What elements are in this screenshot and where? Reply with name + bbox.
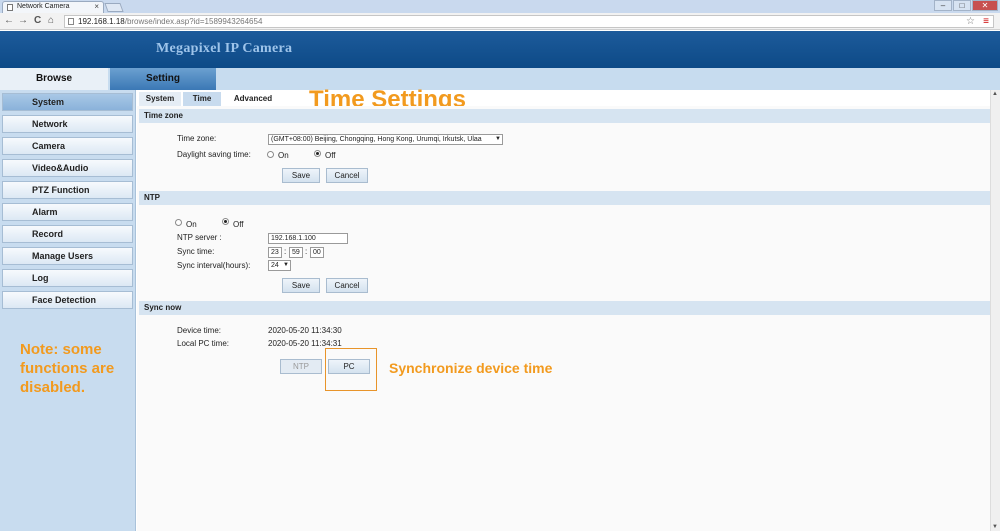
device-time-label: Device time: — [177, 326, 222, 335]
settings-sidebar: System Network Camera Video&Audio PTZ Fu… — [0, 90, 136, 531]
ntp-server-label: NTP server : — [177, 233, 222, 242]
new-tab-button[interactable] — [104, 3, 124, 12]
page-icon — [68, 18, 74, 25]
sync-time-label: Sync time: — [177, 247, 215, 256]
sync-ntp-button[interactable]: NTP — [280, 359, 322, 374]
url-host: 192.168.1.18 — [78, 17, 125, 26]
sync-hour-input[interactable]: 23 — [268, 247, 282, 258]
ntp-section-header: NTP — [139, 191, 990, 205]
ntp-cancel-button[interactable]: Cancel — [326, 278, 368, 293]
dst-on-radio[interactable] — [267, 151, 274, 158]
back-arrow-icon[interactable]: ← — [4, 15, 14, 27]
dst-on-label: On — [278, 151, 289, 160]
time-separator: : — [284, 247, 287, 256]
device-time-value: 2020-05-20 11:34:30 — [268, 326, 342, 335]
chevron-down-icon: ▼ — [495, 136, 501, 142]
sync-interval-value: 24 — [271, 262, 279, 269]
sync-interval-label: Sync interval(hours): — [177, 261, 251, 270]
sidebar-item-video-audio[interactable]: Video&Audio — [2, 159, 133, 177]
sync-now-section-header: Sync now — [139, 301, 990, 315]
ntp-on-label: On — [186, 220, 197, 229]
timezone-label: Time zone: — [177, 134, 217, 143]
maximize-button[interactable]: □ — [953, 0, 971, 11]
page-icon — [7, 4, 13, 11]
browser-titlebar: Network Camera × – □ ✕ — [0, 0, 1000, 13]
address-bar[interactable]: 192.168.1.18/browse/index.asp?id=1589943… — [64, 15, 994, 28]
forward-arrow-icon[interactable]: → — [18, 15, 28, 27]
sidebar-item-ptz-function[interactable]: PTZ Function — [2, 181, 133, 199]
sidebar-item-network[interactable]: Network — [2, 115, 133, 133]
timezone-save-button[interactable]: Save — [282, 168, 320, 183]
subtab-advanced[interactable]: Advanced — [223, 92, 283, 106]
browser-tab[interactable]: Network Camera × — [2, 1, 104, 13]
window-controls: – □ ✕ — [933, 0, 998, 11]
vertical-scrollbar[interactable]: ▲ ▼ — [990, 90, 1000, 531]
scroll-up-icon[interactable]: ▲ — [992, 91, 998, 97]
timezone-value: (GMT+08:00) Beijing, Chongqing, Hong Kon… — [271, 136, 482, 143]
pc-time-value: 2020-05-20 11:34:31 — [268, 339, 342, 348]
sidebar-item-log[interactable]: Log — [2, 269, 133, 287]
main-tabs: Browse Setting — [0, 68, 1000, 90]
browser-navbar: ← → C ⌂ 192.168.1.18/browse/index.asp?id… — [0, 13, 1000, 30]
home-icon[interactable]: ⌂ — [48, 15, 54, 27]
ntp-on-radio[interactable] — [175, 219, 182, 226]
subtab-system[interactable]: System — [139, 92, 181, 106]
minimize-button[interactable]: – — [934, 0, 952, 11]
pc-button-highlight-box — [325, 348, 377, 391]
time-settings-panel: Time zone Time zone: (GMT+08:00) Beijing… — [137, 106, 990, 531]
sync-minute-input[interactable]: 59 — [289, 247, 303, 258]
time-separator: : — [305, 247, 308, 256]
timezone-select[interactable]: (GMT+08:00) Beijing, Chongqing, Hong Kon… — [268, 134, 503, 145]
tab-close-icon[interactable]: × — [94, 2, 99, 11]
tab-title: Network Camera — [17, 3, 70, 10]
sidebar-item-alarm[interactable]: Alarm — [2, 203, 133, 221]
tab-browse[interactable]: Browse — [0, 68, 108, 90]
tab-setting[interactable]: Setting — [110, 68, 216, 90]
reload-icon[interactable]: C — [34, 15, 41, 27]
bookmark-star-icon[interactable]: ☆ — [966, 16, 975, 27]
app-banner: Megapixel IP Camera — [0, 31, 1000, 68]
app-title: Megapixel IP Camera — [156, 41, 293, 56]
close-window-button[interactable]: ✕ — [972, 0, 998, 11]
pc-time-label: Local PC time: — [177, 339, 230, 348]
sync-interval-select[interactable]: 24 ▼ — [268, 260, 291, 271]
ntp-save-button[interactable]: Save — [282, 278, 320, 293]
ntp-server-input[interactable]: 192.168.1.100 — [268, 233, 348, 244]
scroll-down-icon[interactable]: ▼ — [992, 524, 998, 530]
url-path: /browse/index.asp?id=1589943264654 — [124, 17, 263, 26]
sidebar-item-system[interactable]: System — [2, 93, 133, 111]
subtab-time[interactable]: Time — [183, 92, 221, 106]
timezone-section-header: Time zone — [139, 109, 990, 123]
disabled-functions-note: Note: some functions are disabled. — [20, 341, 115, 396]
chevron-down-icon: ▼ — [283, 262, 289, 268]
sidebar-item-manage-users[interactable]: Manage Users — [2, 247, 133, 265]
dst-label: Daylight saving time: — [177, 150, 251, 159]
sync-second-input[interactable]: 00 — [310, 247, 324, 258]
dst-off-radio[interactable] — [314, 150, 321, 157]
dst-off-label: Off — [325, 151, 336, 160]
timezone-cancel-button[interactable]: Cancel — [326, 168, 368, 183]
ntp-off-radio[interactable] — [222, 218, 229, 225]
sidebar-item-camera[interactable]: Camera — [2, 137, 133, 155]
ntp-off-label: Off — [233, 220, 244, 229]
sidebar-item-record[interactable]: Record — [2, 225, 133, 243]
browser-menu-icon[interactable]: ≡ — [983, 16, 989, 27]
sidebar-item-face-detection[interactable]: Face Detection — [2, 291, 133, 309]
sync-annotation: Synchronize device time — [389, 360, 553, 376]
